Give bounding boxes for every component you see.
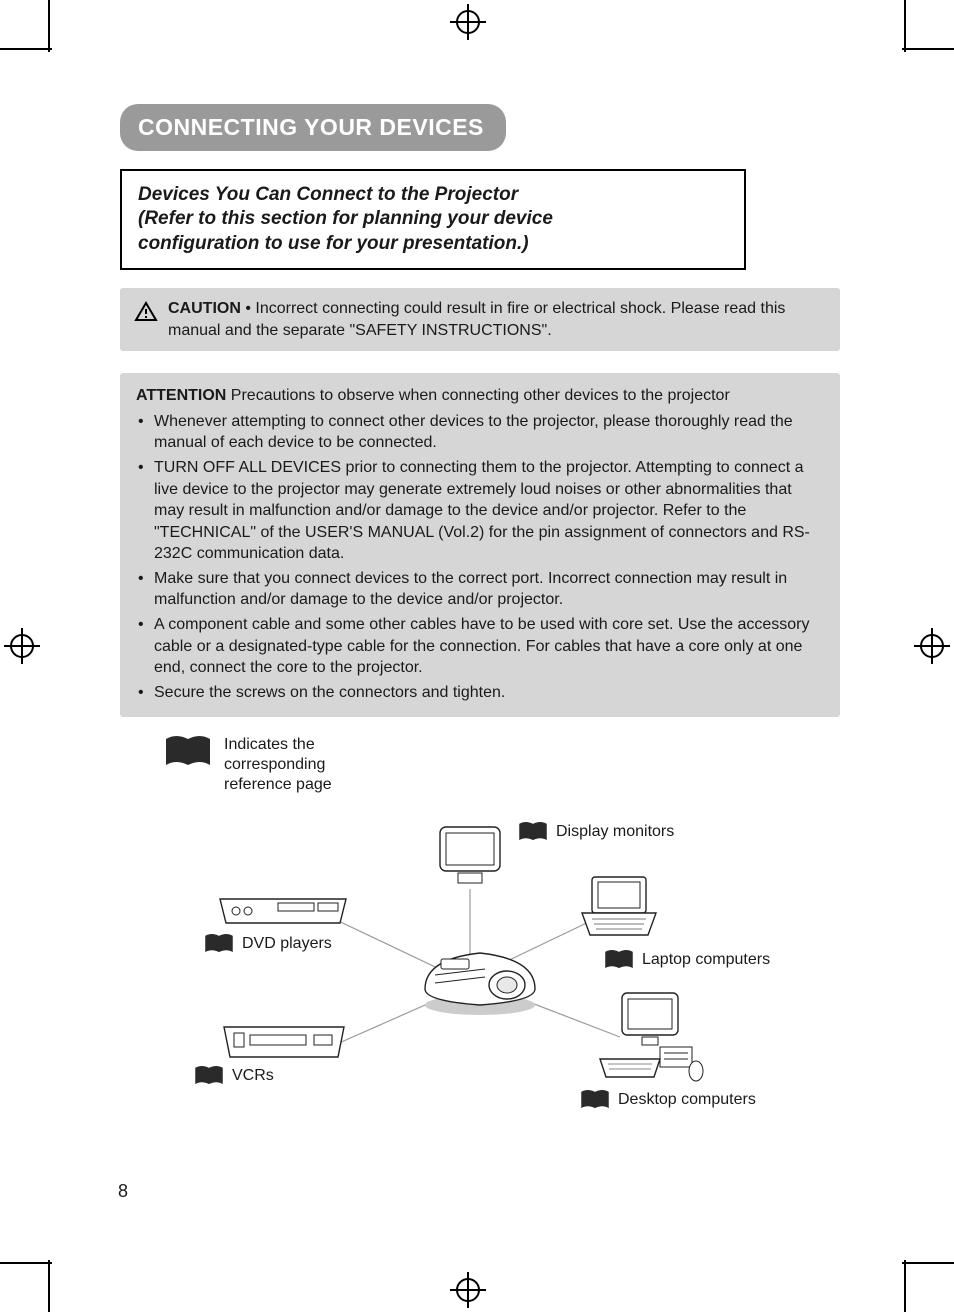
attention-bullet: A component cable and some other cables … [136,614,824,679]
legend-text: Indicates the corresponding reference pa… [224,735,374,795]
desktop-illustration [596,989,706,1085]
book-icon [194,1065,224,1087]
caution-callout: CAUTION • Incorrect connecting could res… [120,288,840,351]
book-icon [580,1089,610,1111]
book-icon [604,949,634,971]
registration-mark-icon [4,628,40,664]
vcr-illustration [220,1019,348,1063]
device-label-dvd-players: DVD players [204,933,332,955]
reference-legend: Indicates the corresponding reference pa… [164,735,840,795]
crop-mark [48,1260,50,1312]
subtitle-line: Devices You Can Connect to the Projector [138,184,518,205]
monitor-illustration [434,823,506,889]
device-label-vcrs: VCRs [194,1065,274,1087]
crop-mark [48,0,50,52]
device-label-text: Display monitors [556,823,674,841]
attention-list: Whenever attempting to connect other dev… [136,411,824,704]
crop-mark [0,1262,52,1264]
projector-illustration [415,939,545,1019]
laptop-illustration [576,873,662,941]
caution-label: CAUTION [168,300,241,317]
attention-callout: ATTENTION Precautions to observe when co… [120,373,840,717]
dvd-player-illustration [216,889,350,929]
attention-bullet: TURN OFF ALL DEVICES prior to connecting… [136,457,824,565]
registration-mark-icon [450,4,486,40]
registration-mark-icon [914,628,950,664]
attention-heading: ATTENTION Precautions to observe when co… [136,385,824,407]
section-heading: CONNECTING YOUR DEVICES [120,104,506,151]
device-label-desktop-computers: Desktop computers [580,1089,756,1111]
attention-label: ATTENTION [136,387,226,404]
page-number: 8 [118,1181,128,1202]
book-icon [518,821,548,843]
warning-triangle-icon [134,300,158,324]
crop-mark [904,1260,906,1312]
subtitle-line: (Refer to this section for planning your… [138,208,553,229]
book-icon [164,735,212,769]
page-content: CONNECTING YOUR DEVICES Devices You Can … [120,104,840,1149]
print-sheet: CONNECTING YOUR DEVICES Devices You Can … [0,0,954,1312]
attention-bullet: Make sure that you connect devices to th… [136,568,824,611]
crop-mark [0,48,52,50]
device-label-laptop-computers: Laptop computers [604,949,770,971]
attention-intro: Precautions to observe when connecting o… [226,387,729,404]
crop-mark [902,1262,954,1264]
connection-diagram: Display monitors DVD players Laptop comp… [120,809,840,1149]
device-label-text: Desktop computers [618,1091,756,1109]
subtitle-box: Devices You Can Connect to the Projector… [120,169,746,270]
device-label-display-monitors: Display monitors [518,821,674,843]
caution-body: • Incorrect connecting could result in f… [168,300,785,339]
crop-mark [904,0,906,52]
attention-bullet: Secure the screws on the connectors and … [136,682,824,704]
device-label-text: DVD players [242,935,332,953]
caution-text: CAUTION • Incorrect connecting could res… [168,298,826,341]
subtitle-line: configuration to use for your presentati… [138,233,529,254]
book-icon [204,933,234,955]
device-label-text: VCRs [232,1067,274,1085]
attention-bullet: Whenever attempting to connect other dev… [136,411,824,454]
device-label-text: Laptop computers [642,951,770,969]
registration-mark-icon [450,1272,486,1308]
crop-mark [902,48,954,50]
